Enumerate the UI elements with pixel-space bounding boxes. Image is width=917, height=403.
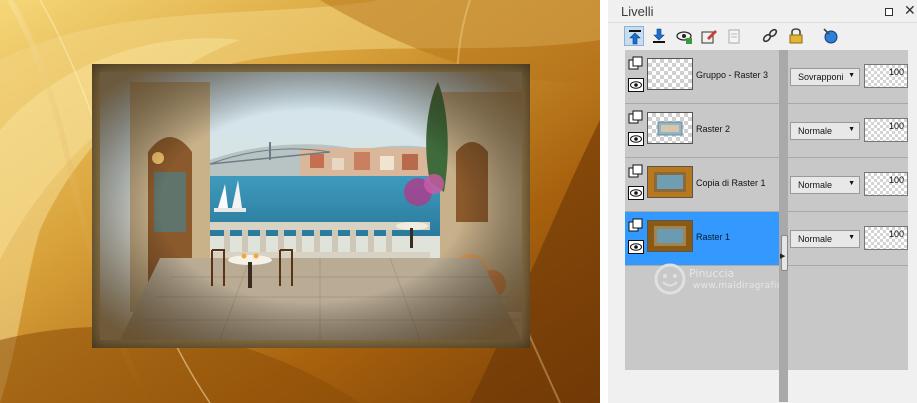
layer-visibility-icon[interactable] [674, 26, 694, 46]
chevron-down-icon: ▼ [848, 72, 855, 79]
layer-toggles [628, 110, 646, 154]
opacity-value: 100 [888, 121, 904, 131]
layer-toggles [628, 56, 646, 100]
layer-properties-column: Sovrapponi ▼ 100 Normale ▼ 100 Normale ▼… [788, 50, 913, 370]
opacity-value: 100 [888, 229, 904, 239]
layer-toggles [628, 164, 646, 208]
layer-link-icon[interactable] [628, 110, 644, 126]
panel-splitter[interactable] [779, 50, 788, 402]
blend-mode-value: Normale [798, 126, 833, 136]
layer-toggles [628, 218, 646, 262]
layer-link-icon[interactable] [628, 164, 644, 180]
smiley-logo [654, 263, 686, 295]
picture-frame [92, 64, 530, 348]
eye-icon[interactable] [628, 78, 644, 92]
blend-mode-dropdown[interactable]: Normale ▼ [790, 230, 860, 248]
opacity-slider[interactable]: 100 [864, 118, 908, 142]
layer-props-row: Normale ▼ 100 [788, 158, 913, 212]
eye-icon[interactable] [628, 132, 644, 146]
link-layers-icon[interactable] [760, 26, 780, 46]
layer-props-row: Normale ▼ 100 [788, 104, 913, 158]
opacity-slider[interactable]: 100 [864, 172, 908, 196]
blend-mode-dropdown[interactable]: Sovrapponi ▼ [790, 68, 860, 86]
blend-mode-value: Normale [798, 180, 833, 190]
chevron-down-icon: ▼ [848, 234, 855, 241]
move-layer-down-icon[interactable] [649, 26, 669, 46]
layer-props-row: Normale ▼ 100 [788, 212, 913, 266]
seaside-terrace-artwork [100, 72, 522, 340]
eye-icon[interactable] [628, 240, 644, 254]
layer-row-gruppo-raster-3[interactable]: Gruppo - Raster 3 [625, 50, 779, 104]
image-canvas[interactable] [0, 0, 600, 403]
layer-name: Copia di Raster 1 [696, 178, 766, 188]
layer-row-raster-2[interactable]: Raster 2 [625, 104, 779, 158]
panel-title: Livelli [621, 4, 654, 19]
lock-icon[interactable] [786, 26, 806, 46]
layer-name: Raster 1 [696, 232, 731, 242]
opacity-slider[interactable]: 100 [864, 226, 908, 250]
opacity-slider[interactable]: 100 [864, 64, 908, 88]
eye-icon[interactable] [628, 186, 644, 200]
layer-props-row: Sovrapponi ▼ 100 [788, 50, 913, 104]
close-icon[interactable]: ✕ [904, 3, 916, 17]
watermark-name: Pinuccia [689, 267, 735, 280]
layer-thumbnail [647, 220, 693, 252]
layer-name: Gruppo - Raster 3 [696, 70, 769, 80]
layer-row-copia-di-raster-1[interactable]: Copia di Raster 1 [625, 158, 779, 212]
layers-panel: Livelli ✕ Gruppo - Raster 3 Raster 2 Cop… [608, 0, 917, 403]
blend-mode-value: Normale [798, 234, 833, 244]
layer-list: Gruppo - Raster 3 Raster 2 Copia di Rast… [625, 50, 802, 370]
layer-thumbnail [647, 166, 693, 198]
move-layer-up-icon[interactable] [624, 26, 644, 46]
layer-thumbnail [647, 58, 693, 90]
chevron-down-icon: ▼ [848, 126, 855, 133]
layer-row-raster-1[interactable]: Raster 1 [625, 212, 779, 266]
layer-name: Raster 2 [696, 124, 731, 134]
opacity-value: 100 [888, 175, 904, 185]
opacity-value: 100 [888, 67, 904, 77]
layer-link-icon[interactable] [628, 218, 644, 234]
chevron-down-icon: ▼ [848, 180, 855, 187]
panel-scrollbar[interactable] [908, 50, 917, 403]
layer-thumbnail [647, 112, 693, 144]
properties-icon[interactable] [820, 26, 840, 46]
blend-mode-dropdown[interactable]: Normale ▼ [790, 176, 860, 194]
blend-mode-dropdown[interactable]: Normale ▼ [790, 122, 860, 140]
layer-link-icon[interactable] [628, 56, 644, 72]
panel-header: Livelli ✕ [608, 0, 917, 23]
blend-mode-value: Sovrapponi [798, 72, 844, 82]
new-layer-icon[interactable] [724, 26, 744, 46]
splitter-arrow-icon[interactable]: ▶ [780, 252, 785, 260]
layers-toolbar [608, 23, 917, 50]
edit-layer-icon[interactable] [699, 26, 719, 46]
panel-menu-icon[interactable] [885, 8, 893, 16]
